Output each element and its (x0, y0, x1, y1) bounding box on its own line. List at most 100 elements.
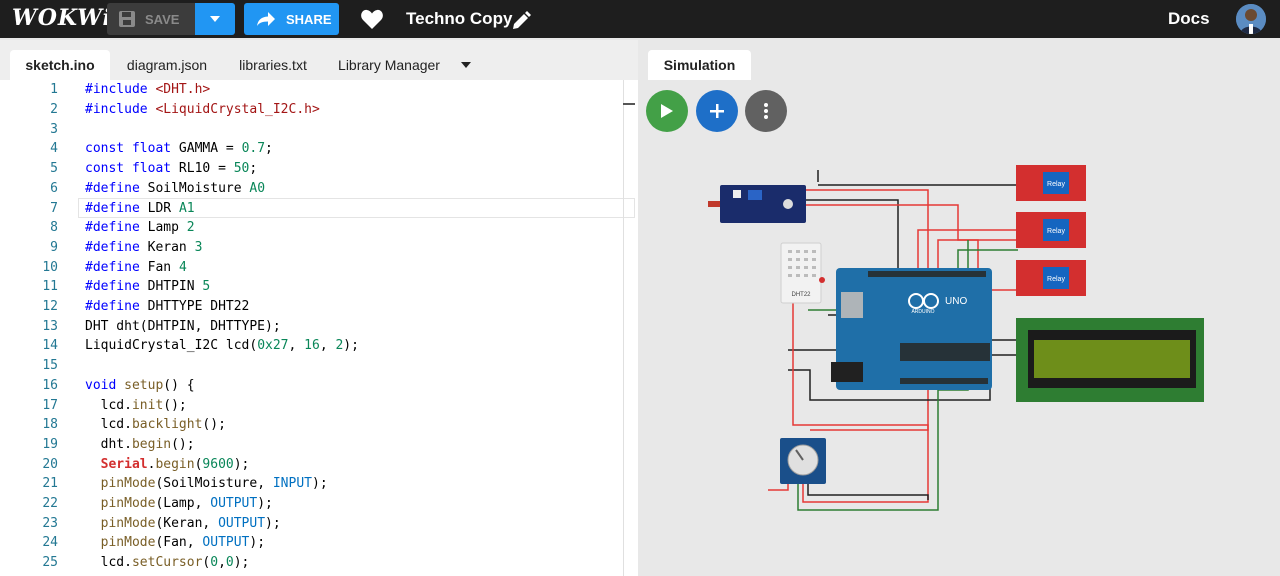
code-text: #define DHTPIN 5 (85, 279, 211, 295)
tab-libraries-txt[interactable]: libraries.txt (228, 50, 318, 80)
caret-down-icon (210, 16, 220, 22)
plus-icon (710, 104, 724, 118)
overview-ruler-mark (623, 103, 635, 105)
editor-tabs: sketch.ino diagram.json libraries.txt Li… (0, 40, 638, 80)
save-button[interactable]: SAVE (107, 3, 195, 35)
code-line[interactable]: 18 lcd.backlight(); (0, 415, 636, 435)
line-number: 16 (42, 377, 58, 393)
simulation-panel: DHT22 Relay Relay Relay UNO ARDUINO Simu… (638, 40, 1280, 576)
line-number: 25 (42, 555, 58, 571)
line-number: 21 (42, 476, 58, 492)
code-text: #define SoilMoisture A0 (85, 180, 266, 196)
relay-label-2: Relay (1047, 228, 1065, 235)
user-avatar[interactable] (1236, 4, 1266, 34)
code-text: Serial.begin(9600); (100, 456, 250, 472)
code-text: lcd.init(); (85, 397, 187, 413)
line-number: 20 (42, 456, 58, 472)
code-line[interactable]: 4 const float GAMMA = 0.7; (0, 139, 636, 159)
code-line[interactable]: 24 pinMode(Fan, OUTPUT); (0, 533, 636, 553)
code-line[interactable]: 7 #define LDR A1 (0, 198, 636, 219)
code-line[interactable]: 22 pinMode(Lamp, OUTPUT); (0, 494, 636, 514)
line-number: 13 (42, 318, 58, 334)
code-line[interactable]: 13 DHT dht(DHTPIN, DHTTYPE); (0, 316, 636, 336)
line-number: 1 (50, 82, 58, 98)
code-text: #define Fan 4 (85, 259, 187, 275)
code-line[interactable]: 20 Serial.begin(9600); (0, 454, 636, 474)
editor-scroll-track[interactable] (623, 80, 624, 576)
code-text: pinMode(SoilMoisture, INPUT); (100, 476, 328, 492)
relay-module-2: Relay (1016, 212, 1086, 248)
code-text: lcd.backlight(); (85, 417, 226, 433)
line-number: 6 (50, 180, 58, 196)
code-text: pinMode(Fan, OUTPUT); (100, 535, 266, 551)
tab-simulation[interactable]: Simulation (648, 50, 751, 80)
code-line[interactable]: 23 pinMode(Keran, OUTPUT); (0, 513, 636, 533)
more-options-button[interactable] (745, 90, 787, 132)
code-line[interactable]: 17 lcd.init(); (0, 395, 636, 415)
line-number: 2 (50, 102, 58, 118)
code-line[interactable]: 3 (0, 119, 636, 139)
code-text: pinMode(Lamp, OUTPUT); (100, 496, 273, 512)
line-number: 12 (42, 299, 58, 315)
line-number: 14 (42, 338, 58, 354)
code-line[interactable]: 2 #include <LiquidCrystal_I2C.h> (0, 100, 636, 120)
code-line[interactable]: 21 pinMode(SoilMoisture, INPUT); (0, 474, 636, 494)
code-text: DHT dht(DHTPIN, DHTTYPE); (85, 318, 281, 334)
dht22-sensor: DHT22 (780, 242, 825, 304)
project-title[interactable]: Techno Copy (406, 9, 512, 29)
line-number: 15 (42, 358, 58, 374)
code-text: #include <LiquidCrystal_I2C.h> (85, 102, 320, 118)
code-text: void setup() { (85, 377, 195, 393)
code-line[interactable]: 25 lcd.setCursor(0,0); (0, 553, 636, 573)
line-number: 7 (50, 200, 58, 216)
code-text: lcd.setCursor(0,0); (85, 555, 250, 571)
line-number: 5 (50, 161, 58, 177)
arduino-uno-board: UNO ARDUINO (831, 268, 992, 390)
code-line[interactable]: 12 #define DHTTYPE DHT22 (0, 297, 636, 317)
pencil-icon[interactable] (511, 11, 531, 31)
tab-sketch-ino[interactable]: sketch.ino (10, 50, 110, 80)
line-number: 11 (42, 279, 58, 295)
code-line[interactable]: 1 #include <DHT.h> (0, 80, 636, 100)
code-text: dht.begin(); (85, 436, 195, 452)
tabs-overflow-button[interactable] (456, 50, 476, 80)
code-text: const float RL10 = 50; (85, 161, 258, 177)
line-number: 9 (50, 239, 58, 255)
uno-label: UNO (945, 296, 967, 307)
code-area[interactable]: 1 #include <DHT.h> 2 #include <LiquidCrysta… (0, 80, 638, 576)
heart-icon[interactable] (360, 8, 384, 30)
code-editor-panel: sketch.ino diagram.json libraries.txt Li… (0, 40, 638, 576)
potentiometer (780, 438, 826, 484)
relay-module-1: Relay (1016, 165, 1086, 201)
start-simulation-button[interactable] (646, 90, 688, 132)
code-text: const float GAMMA = 0.7; (85, 141, 273, 157)
code-line[interactable]: 11 #define DHTPIN 5 (0, 277, 636, 297)
code-line[interactable]: 8 #define Lamp 2 (0, 218, 636, 238)
top-bar: WOKWi SAVE SHARE Techno Copy Docs (0, 0, 1280, 38)
more-vertical-icon (764, 103, 768, 119)
docs-link[interactable]: Docs (1168, 9, 1210, 29)
tab-library-manager[interactable]: Library Manager (330, 50, 448, 80)
line-number: 4 (50, 141, 58, 157)
code-text: LiquidCrystal_I2C lcd(0x27, 16, 2); (85, 338, 359, 354)
arduino-label: ARDUINO (911, 309, 934, 315)
line-number: 22 (42, 496, 58, 512)
wokwi-logo[interactable]: WOKWi (12, 5, 112, 31)
code-line[interactable]: 5 const float RL10 = 50; (0, 159, 636, 179)
code-line[interactable]: 6 #define SoilMoisture A0 (0, 179, 636, 199)
code-line[interactable]: 14 LiquidCrystal_I2C lcd(0x27, 16, 2); (0, 336, 636, 356)
add-part-button[interactable] (696, 90, 738, 132)
tab-diagram-json[interactable]: diagram.json (116, 50, 218, 80)
code-line[interactable]: 9 #define Keran 3 (0, 238, 636, 258)
line-number: 23 (42, 515, 58, 531)
share-arrow-icon (257, 12, 275, 26)
save-dropdown-button[interactable] (195, 3, 235, 35)
line-number: 24 (42, 535, 58, 551)
dht22-label: DHT22 (791, 292, 811, 298)
share-button[interactable]: SHARE (244, 3, 339, 35)
code-line[interactable]: 15 (0, 356, 636, 376)
relay-label-1: Relay (1047, 181, 1065, 188)
code-line[interactable]: 16 void setup() { (0, 376, 636, 396)
code-line[interactable]: 19 dht.begin(); (0, 435, 636, 455)
code-line[interactable]: 10 #define Fan 4 (0, 257, 636, 277)
